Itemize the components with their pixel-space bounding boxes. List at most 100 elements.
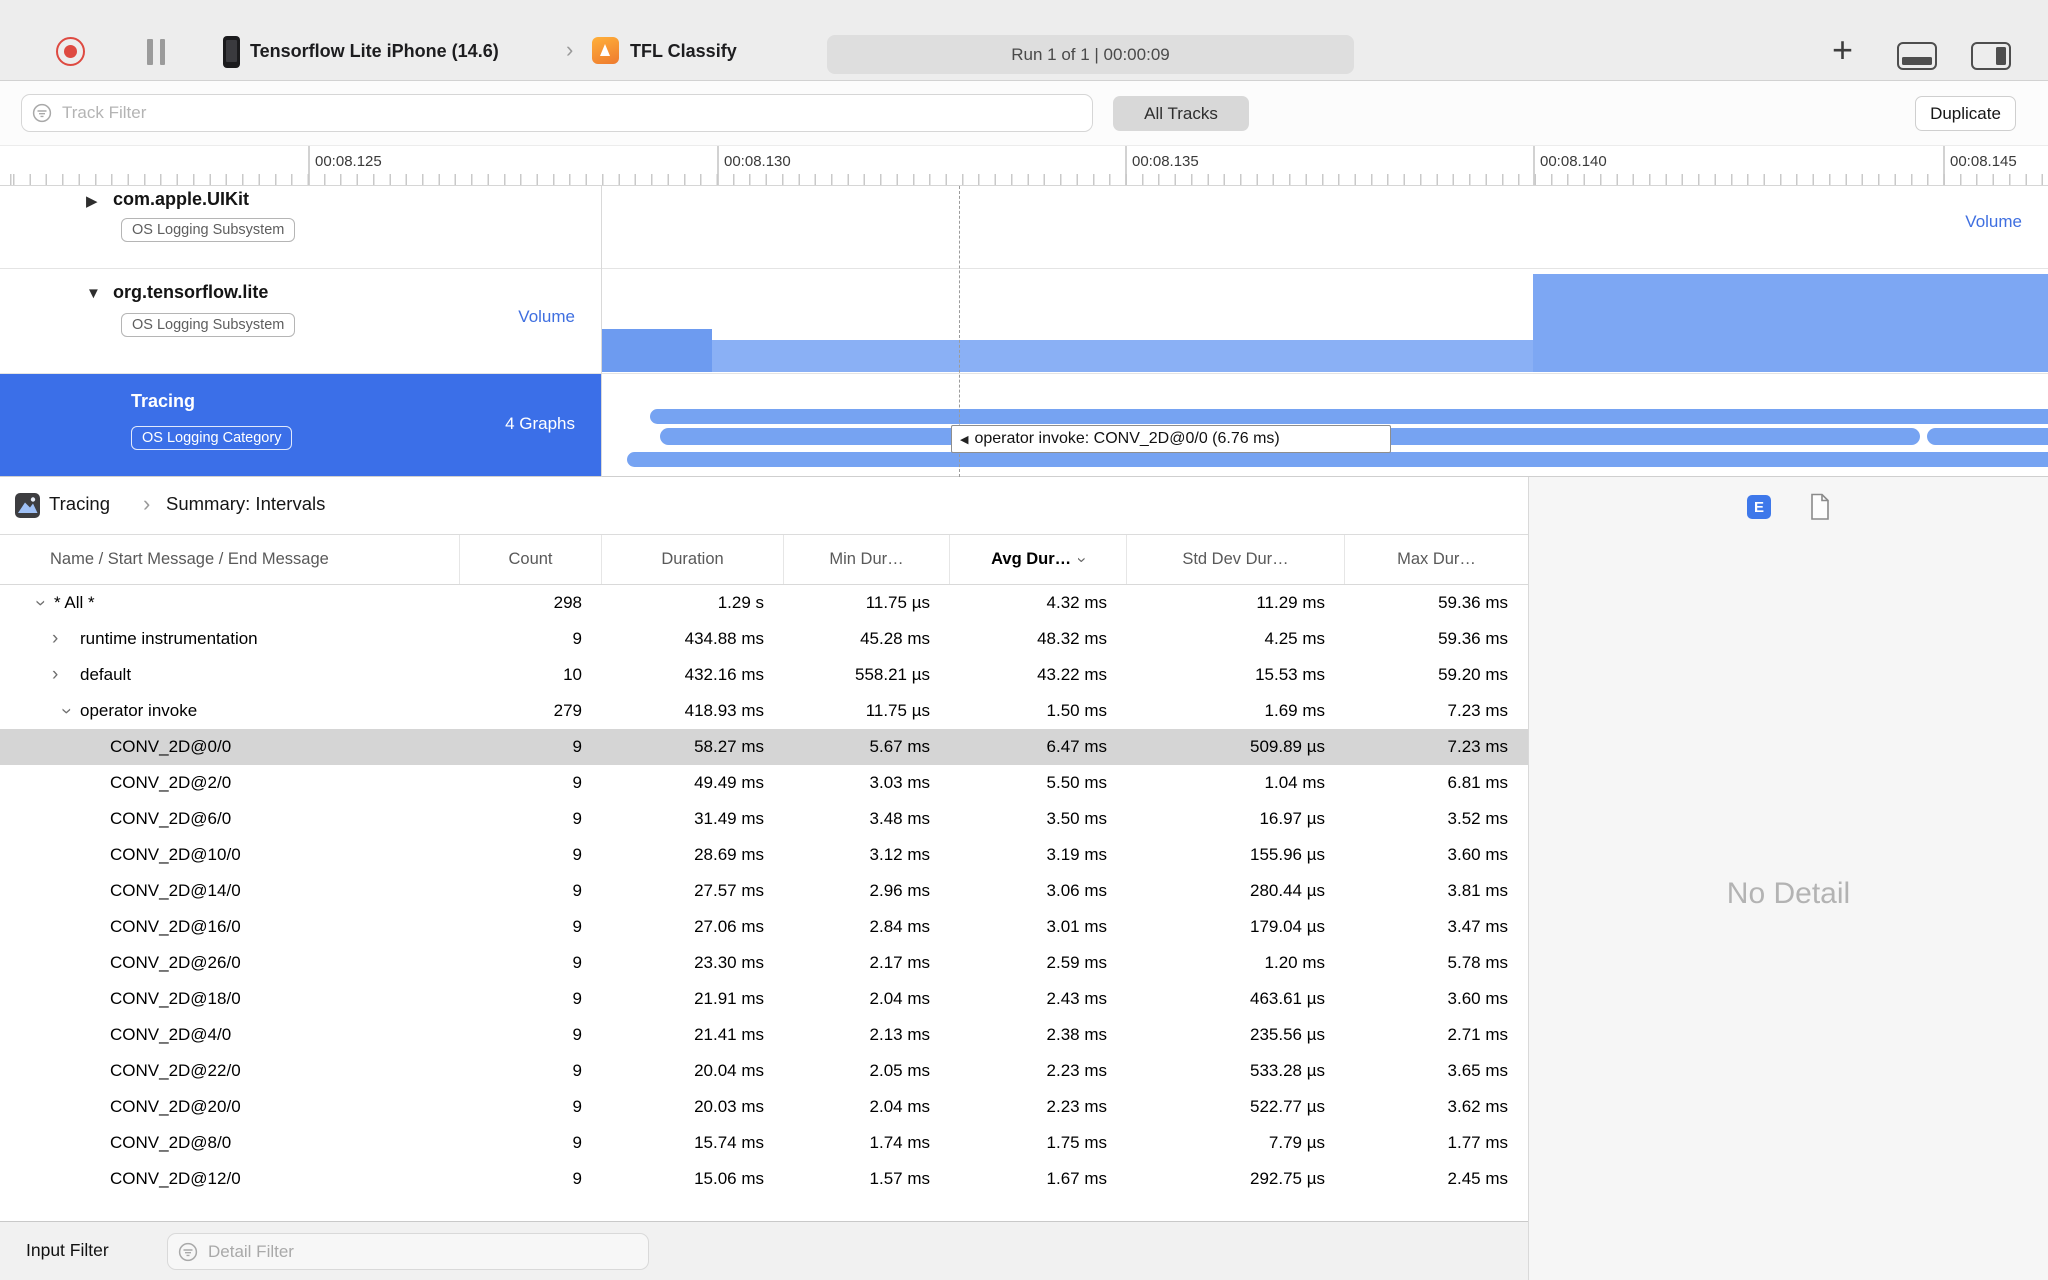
disclosure-right-icon[interactable]: ▶ (86, 192, 98, 210)
interval-tooltip: ◀ operator invoke: CONV_2D@0/0 (6.76 ms) (951, 425, 1391, 453)
chevron-separator-icon: › (143, 491, 151, 516)
device-name[interactable]: Tensorflow Lite iPhone (14.6) (250, 41, 499, 62)
table-row[interactable]: CONV_2D@14/0 9 27.57 ms 2.96 ms 3.06 ms 280.4… (0, 873, 1528, 909)
breadcrumb-root[interactable]: Tracing (49, 493, 110, 515)
table-row[interactable]: CONV_2D@26/0 9 23.30 ms 2.17 ms 2.59 ms 1.20 … (0, 945, 1528, 981)
table-row[interactable]: CONV_2D@8/0 9 15.74 ms 1.74 ms 1.75 ms 7.79 µ… (0, 1125, 1528, 1161)
column-header-max[interactable]: Max Dur… (1345, 535, 1528, 584)
volume-graph-segment (1533, 274, 2048, 372)
cell-avg: 2.23 ms (1046, 1061, 1107, 1080)
disclosure-chevron-icon[interactable]: › (52, 628, 80, 650)
cell-avg: 2.59 ms (1046, 953, 1107, 972)
cell-std: 533.28 µs (1249, 1061, 1325, 1080)
track-tracing-selected[interactable]: Tracing OS Logging Category 4 Graphs (0, 374, 601, 477)
cell-name: › default (0, 657, 460, 693)
column-header-min[interactable]: Min Dur… (784, 535, 950, 584)
table-row[interactable]: CONV_2D@6/0 9 31.49 ms 3.48 ms 3.50 ms 16.97 … (0, 801, 1528, 837)
cell-min: 2.84 ms (869, 917, 930, 936)
cell-count: 9 (572, 1169, 582, 1188)
document-icon[interactable] (1809, 493, 1831, 526)
table-row[interactable]: CONV_2D@2/0 9 49.49 ms 3.03 ms 5.50 ms 1.04 m… (0, 765, 1528, 801)
table-row[interactable]: CONV_2D@20/0 9 20.03 ms 2.04 ms 2.23 ms 522.7… (0, 1089, 1528, 1125)
track-filter-bar: All Tracks Duplicate (0, 81, 2048, 145)
table-row[interactable]: › default 10 432.16 ms 558.21 µs 43.22 ms 15.5… (0, 657, 1528, 693)
disclosure-chevron-icon[interactable]: › (29, 589, 51, 617)
toggle-bottom-panel-icon[interactable] (1897, 42, 1937, 70)
cell-avg: 1.67 ms (1046, 1169, 1107, 1188)
table-row[interactable]: › * All * 298 1.29 s 11.75 µs 4.32 ms 11.29 ms… (0, 585, 1528, 621)
cell-max: 7.23 ms (1447, 701, 1508, 720)
input-filter-label[interactable]: Input Filter (26, 1240, 109, 1261)
row-label: CONV_2D@8/0 (110, 1133, 232, 1152)
toggle-right-panel-icon[interactable] (1971, 42, 2011, 70)
timeline-ruler[interactable]: 00:08.125 00:08.130 00:08.135 00:08.140 00:0… (0, 145, 2048, 186)
filter-icon (178, 1242, 198, 1262)
cell-count: 9 (572, 1133, 582, 1152)
row-label: CONV_2D@18/0 (110, 989, 241, 1008)
pause-button[interactable] (147, 39, 167, 65)
cell-name: CONV_2D@10/0 (0, 837, 460, 873)
cell-std: 235.56 µs (1249, 1025, 1325, 1044)
cell-name: CONV_2D@0/0 (0, 729, 460, 765)
cell-name: › * All * (0, 585, 460, 621)
column-header-count[interactable]: Count (460, 535, 602, 584)
disclosure-chevron-icon[interactable]: › (52, 664, 80, 686)
cell-min: 2.13 ms (869, 1025, 930, 1044)
cell-duration: 15.74 ms (694, 1133, 764, 1152)
row-label: CONV_2D@0/0 (110, 737, 232, 756)
row-label: CONV_2D@12/0 (110, 1169, 241, 1188)
cell-max: 59.36 ms (1438, 629, 1508, 648)
column-header-avg[interactable]: Avg Dur… › (950, 535, 1127, 584)
column-header-avg-label: Avg Dur… (991, 550, 1072, 568)
row-label: CONV_2D@14/0 (110, 881, 241, 900)
cell-count: 9 (572, 737, 582, 756)
add-instrument-button[interactable]: + (1832, 32, 1853, 68)
cell-count: 9 (572, 1025, 582, 1044)
extended-detail-button[interactable]: E (1747, 495, 1771, 519)
table-row[interactable]: CONV_2D@12/0 9 15.06 ms 1.57 ms 1.67 ms 292.7… (0, 1161, 1528, 1197)
track-badge: OS Logging Category (131, 426, 293, 450)
cell-std: 15.53 ms (1255, 665, 1325, 684)
duplicate-button[interactable]: Duplicate (1915, 96, 2016, 131)
track-filter-input[interactable] (21, 94, 1093, 132)
track-org-tensorflow-lite[interactable]: ▼ org.tensorflow.lite OS Logging Subsyst… (0, 269, 601, 373)
cell-min: 5.67 ms (869, 737, 930, 756)
table-row[interactable]: CONV_2D@22/0 9 20.04 ms 2.05 ms 2.23 ms 533.2… (0, 1053, 1528, 1089)
cell-min: 2.17 ms (869, 953, 930, 972)
target-name[interactable]: TFL Classify (630, 41, 737, 62)
cell-count: 9 (572, 629, 582, 648)
track-graph-type[interactable]: Volume (1965, 212, 2022, 232)
cell-avg: 4.32 ms (1046, 593, 1107, 612)
ruler-major-tick (1943, 146, 1945, 185)
cell-max: 2.45 ms (1447, 1169, 1508, 1188)
cell-min: 3.12 ms (869, 845, 930, 864)
table-header: Name / Start Message / End Message Count… (0, 535, 1528, 585)
table-row[interactable]: CONV_2D@16/0 9 27.06 ms 2.84 ms 3.01 ms 179.0… (0, 909, 1528, 945)
cell-avg: 48.32 ms (1037, 629, 1107, 648)
track-graph-type[interactable]: 4 Graphs (505, 414, 575, 434)
cell-min: 2.04 ms (869, 989, 930, 1008)
cell-name: CONV_2D@26/0 (0, 945, 460, 981)
cell-duration: 1.29 s (717, 593, 764, 612)
breadcrumb-page[interactable]: Summary: Intervals (166, 493, 325, 515)
detail-filter-input[interactable] (167, 1233, 649, 1270)
cell-max: 1.77 ms (1447, 1133, 1508, 1152)
cell-std: 155.96 µs (1249, 845, 1325, 864)
tracing-instrument-icon (14, 492, 41, 524)
record-button[interactable] (56, 37, 85, 66)
table-row[interactable]: CONV_2D@4/0 9 21.41 ms 2.13 ms 2.38 ms 235.56… (0, 1017, 1528, 1053)
table-row[interactable]: CONV_2D@18/0 9 21.91 ms 2.04 ms 2.43 ms 463.6… (0, 981, 1528, 1017)
column-header-duration[interactable]: Duration (602, 535, 784, 584)
table-row[interactable]: CONV_2D@0/0 9 58.27 ms 5.67 ms 6.47 ms 509.89… (0, 729, 1528, 765)
column-header-name[interactable]: Name / Start Message / End Message (0, 535, 460, 584)
iphone-device-icon (223, 36, 240, 68)
table-row[interactable]: CONV_2D@10/0 9 28.69 ms 3.12 ms 3.19 ms 155.9… (0, 837, 1528, 873)
table-row[interactable]: › operator invoke 279 418.93 ms 11.75 µs 1.50… (0, 693, 1528, 729)
table-row[interactable]: › runtime instrumentation 9 434.88 ms 45.28 … (0, 621, 1528, 657)
track-panel-divider[interactable] (601, 186, 602, 477)
column-header-stddev[interactable]: Std Dev Dur… (1127, 535, 1345, 584)
track-graph-type[interactable]: Volume (518, 307, 575, 327)
all-tracks-button[interactable]: All Tracks (1113, 96, 1249, 131)
disclosure-chevron-icon[interactable]: › (55, 697, 77, 725)
disclosure-down-icon[interactable]: ▼ (86, 285, 101, 302)
